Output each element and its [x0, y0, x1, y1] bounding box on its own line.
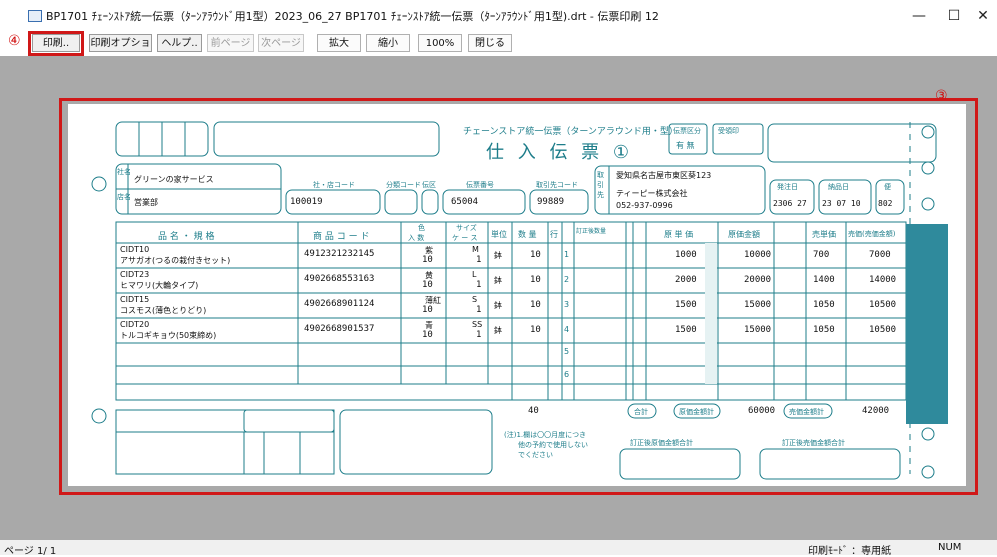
help-button[interactable]: ヘルプ.. [157, 34, 202, 52]
next-page-button[interactable]: 次ページ [258, 34, 304, 52]
zoom-in-button[interactable]: 拡大 [317, 34, 361, 52]
title-bar: BP1701 ﾁｪｰﾝｽﾄｱ統一伝票（ﾀｰﾝｱﾗｳﾝﾄﾞ用1型）2023_06_… [0, 0, 997, 32]
print-highlight-box [28, 31, 84, 56]
paper-highlight-box [59, 98, 978, 495]
annotation-marker-4: ④ [8, 33, 21, 49]
minimize-button[interactable]: — [904, 6, 934, 26]
close-preview-button[interactable]: 閉じる [468, 34, 512, 52]
maximize-button[interactable]: ☐ [939, 6, 969, 26]
prev-page-button[interactable]: 前ページ [207, 34, 254, 52]
zoom-out-button[interactable]: 縮小 [366, 34, 410, 52]
close-window-button[interactable]: ✕ [968, 6, 997, 26]
zoom-level-button[interactable]: 100% [418, 34, 462, 52]
print-options-button[interactable]: 印刷オプション.. [89, 34, 152, 67]
app-icon [28, 10, 42, 22]
num-lock-indicator: NUM [938, 542, 962, 553]
window-title: BP1701 ﾁｪｰﾝｽﾄｱ統一伝票（ﾀｰﾝｱﾗｳﾝﾄﾞ用1型）2023_06_… [46, 10, 659, 23]
status-bar: ページ 1/ 1 印刷ﾓｰﾄﾞ ：専用紙 NUM [0, 540, 997, 557]
